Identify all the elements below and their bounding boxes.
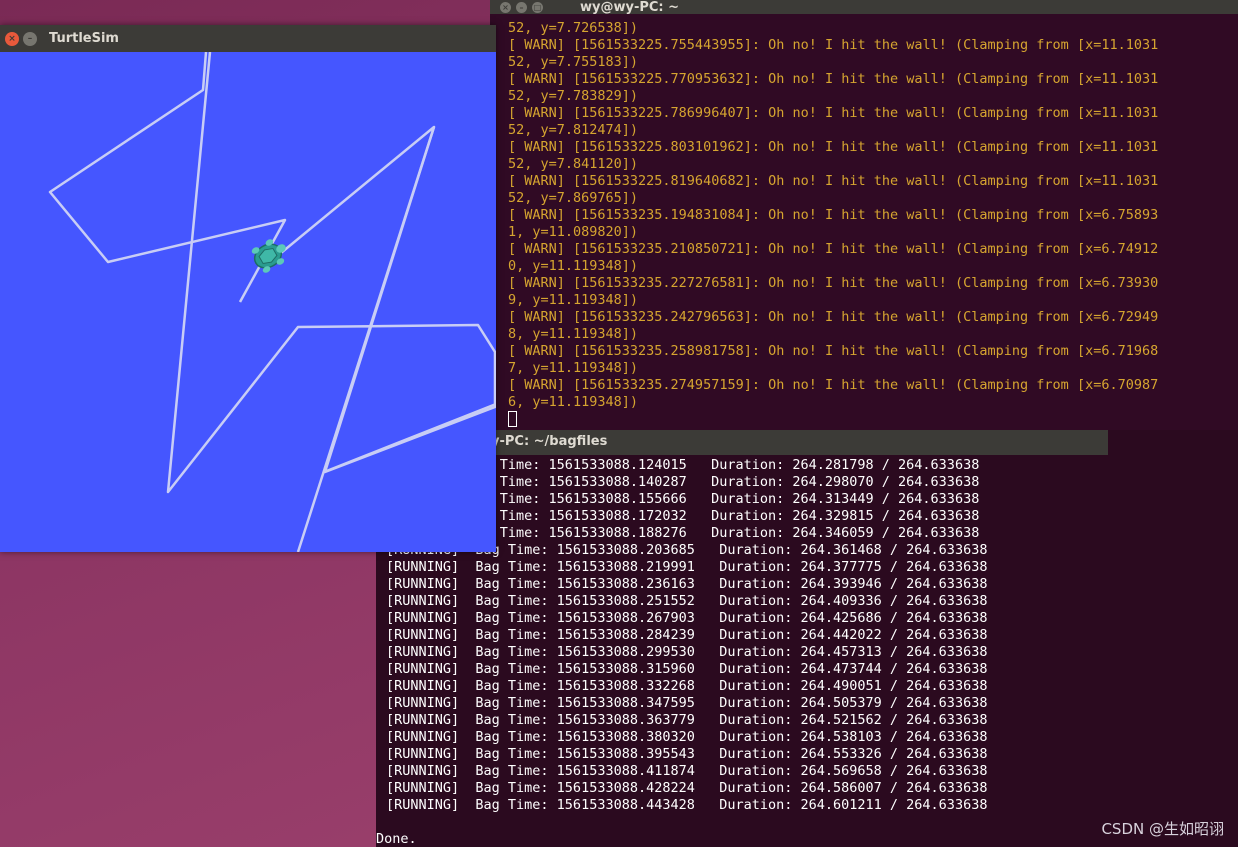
minimize-icon[interactable]: –	[23, 31, 37, 46]
terminal-line: [ WARN] [1561533225.803101962]: Oh no! I…	[508, 139, 1159, 155]
terminal-line: [RUNNING] Bag Time: 1561533088.443428 Du…	[386, 797, 988, 813]
turtlesim-title: TurtleSim	[49, 31, 119, 46]
terminal-line: [RUNNING] Bag Time: 1561533088.363779 Du…	[386, 712, 988, 728]
terminal-line: [RUNNING] Bag Time: 1561533088.236163 Du…	[386, 576, 988, 592]
turtlesim-window[interactable]: × – TurtleSim	[0, 25, 496, 552]
canvas-background	[0, 52, 496, 552]
terminal-line: [ WARN] [1561533235.274957159]: Oh no! I…	[508, 377, 1159, 393]
terminal-line: [RUNNING] Bag Time: 1561533088.267903 Du…	[386, 610, 988, 626]
terminal-line: [RUNNING] Bag Time: 1561533088.284239 Du…	[386, 627, 988, 643]
terminal-line: [ WARN] [1561533225.755443955]: Oh no! I…	[508, 37, 1159, 53]
terminal-bottom-title: y-PC: ~/bagfiles	[491, 434, 608, 449]
turtlesim-titlebar[interactable]: × – TurtleSim	[0, 25, 496, 52]
terminal-window-top[interactable]: × – □ wy@wy-PC: ~ 52, y=7.726538])[ WARN…	[490, 0, 1238, 430]
terminal-line: [RUNNING] Bag Time: 1561533088.395543 Du…	[386, 746, 988, 762]
terminal-line: [ WARN] [1561533235.210850721]: Oh no! I…	[508, 241, 1159, 257]
terminal-line: 52, y=7.841120])	[508, 156, 639, 172]
terminal-line: [RUNNING] Bag Time: 1561533088.219991 Du…	[386, 559, 988, 575]
terminal-line: 52, y=7.755183])	[508, 54, 639, 70]
terminal-line: [ WARN] [1561533235.258981758]: Oh no! I…	[508, 343, 1159, 359]
terminal-line: [ WARN] [1561533225.819640682]: Oh no! I…	[508, 173, 1159, 189]
terminal-line: [RUNNING] Bag Time: 1561533088.332268 Du…	[386, 678, 988, 694]
text-cursor	[508, 411, 517, 427]
terminal-line: [RUNNING] Bag Time: 1561533088.347595 Du…	[386, 695, 988, 711]
terminal-line: [RUNNING] Bag Time: 1561533088.315960 Du…	[386, 661, 988, 677]
terminal-line: [ WARN] [1561533235.242796563]: Oh no! I…	[508, 309, 1159, 325]
terminal-line: 52, y=7.783829])	[508, 88, 639, 104]
terminal-line: [RUNNING] Bag Time: 1561533088.251552 Du…	[386, 593, 988, 609]
terminal-line: [RUNNING] Bag Time: 1561533088.411874 Du…	[386, 763, 988, 779]
terminal-line: [ WARN] [1561533235.227276581]: Oh no! I…	[508, 275, 1159, 291]
terminal-window-bottom[interactable]: y-PC: ~/bagfiles Bag Time: 1561533088.12…	[376, 430, 1238, 847]
close-icon[interactable]: ×	[500, 1, 511, 13]
window-controls: × – □	[500, 1, 570, 13]
terminal-line: [ WARN] [1561533235.194831084]: Oh no! I…	[508, 207, 1159, 223]
terminal-top-output[interactable]: 52, y=7.726538])[ WARN] [1561533225.7554…	[508, 20, 1158, 428]
terminal-line: [ WARN] [1561533225.770953632]: Oh no! I…	[508, 71, 1159, 87]
minimize-icon[interactable]: –	[516, 1, 527, 13]
terminal-line: [RUNNING] Bag Time: 1561533088.299530 Du…	[386, 644, 988, 660]
terminal-line: 1, y=11.089820])	[508, 224, 639, 240]
close-icon[interactable]: ×	[5, 31, 19, 46]
terminal-line: 9, y=11.119348])	[508, 292, 639, 308]
turtlesim-canvas	[0, 52, 496, 552]
terminal-line: 52, y=7.869765])	[508, 190, 639, 206]
terminal-line: 8, y=11.119348])	[508, 326, 639, 342]
terminal-line: 0, y=11.119348])	[508, 258, 639, 274]
terminal-top-titlebar[interactable]: × – □ wy@wy-PC: ~	[490, 0, 1238, 14]
terminal-top-title: wy@wy-PC: ~	[580, 0, 680, 14]
terminal-line: 6, y=11.119348])	[508, 394, 639, 410]
terminal-line: [RUNNING] Bag Time: 1561533088.428224 Du…	[386, 780, 988, 796]
done-text: Done.	[376, 831, 417, 847]
terminal-line: 52, y=7.812474])	[508, 122, 639, 138]
terminal-line: 52, y=7.726538])	[508, 20, 639, 36]
terminal-line: [ WARN] [1561533225.786996407]: Oh no! I…	[508, 105, 1159, 121]
terminal-line: 7, y=11.119348])	[508, 360, 639, 376]
watermark-text: CSDN @生如昭诩	[1101, 820, 1224, 838]
terminal-prompt[interactable]	[508, 411, 1158, 428]
maximize-icon[interactable]: □	[532, 1, 543, 13]
terminal-line: [RUNNING] Bag Time: 1561533088.380320 Du…	[386, 729, 988, 745]
